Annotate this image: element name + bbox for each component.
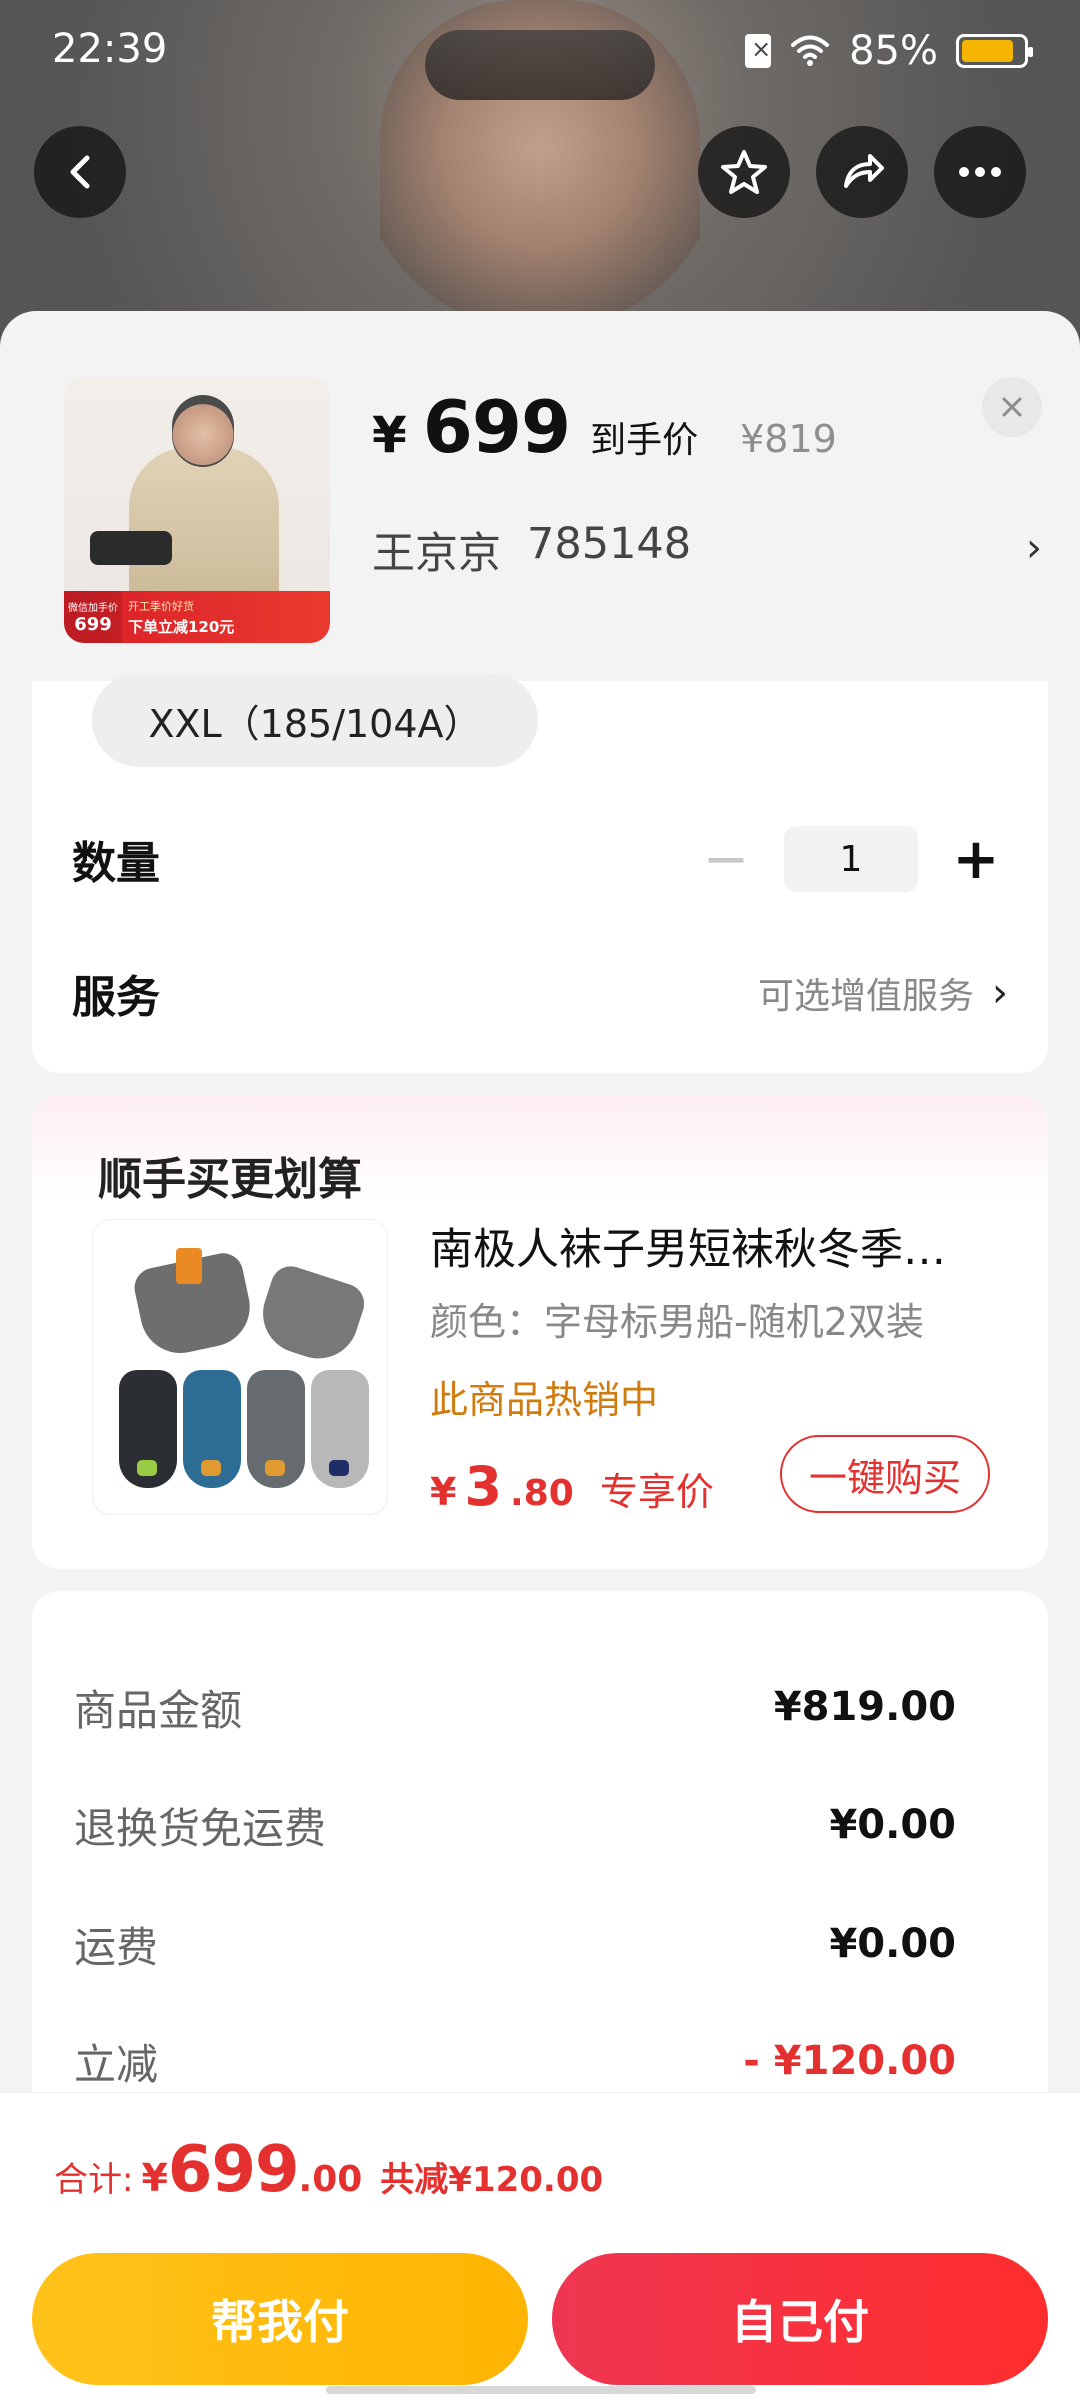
total-discount: 共减¥120.00	[380, 2160, 604, 2200]
total-currency: ¥	[141, 2156, 168, 2200]
sock-variant-gray	[247, 1370, 305, 1488]
size-chip-selected[interactable]: XXL（185/104A）	[92, 673, 538, 767]
sock-image-right	[252, 1261, 370, 1369]
amount-label: 退换货免运费	[74, 1803, 327, 1853]
thumbnail-price-badge: 微信加手价 699	[64, 591, 122, 643]
battery-fill	[962, 40, 1013, 62]
price-currency: ¥	[372, 406, 407, 464]
recommendation-price-int: 3	[464, 1455, 503, 1518]
total-line: 合计: ¥ 699 .00 共减¥120.00	[54, 2133, 603, 2207]
recommendation-product-name[interactable]: 南极人袜子男短袜秋冬季…	[430, 1215, 1020, 1277]
thumbnail-promo-bottom: 下单立减120元	[128, 617, 235, 636]
thumbnail-promo-text: 开工季价好货 下单立减120元	[122, 598, 234, 637]
recommendation-price-line: ¥ 3 .80 专享价	[430, 1455, 714, 1518]
selected-sku: 785148	[527, 519, 692, 569]
quantity-stepper: − 1 +	[694, 826, 1008, 892]
screen: 22:39 85%	[0, 0, 1080, 2400]
discount-value: - ¥120.00	[743, 2038, 956, 2084]
back-button[interactable]	[34, 126, 126, 218]
amount-value: ¥0.00	[829, 1921, 956, 1967]
amount-label: 商品金额	[74, 1685, 243, 1735]
share-button[interactable]	[816, 126, 908, 218]
back-arrow-icon	[70, 155, 90, 189]
amount-value: ¥819.00	[773, 1684, 956, 1730]
status-time: 22:39	[52, 26, 168, 72]
amount-summary-card: 商品金额 ¥819.00 退换货免运费 ¥0.00 运费 ¥0.00 立减 - …	[32, 1591, 1048, 2131]
final-price-label: 到手价	[590, 420, 699, 461]
quantity-label: 数量	[72, 838, 160, 889]
recommendation-hot-text: 此商品热销中	[430, 1378, 659, 1422]
share-icon	[844, 154, 884, 188]
service-hint: 可选增值服务	[757, 976, 974, 1017]
star-icon	[721, 150, 767, 194]
thumbnail-camera	[90, 531, 172, 565]
price-line: ¥ 699 到手价 ¥819	[372, 385, 837, 475]
thumbnail-price-badge-value: 699	[74, 614, 112, 635]
amount-label: 立减	[74, 2039, 159, 2089]
quantity-value[interactable]: 1	[784, 826, 918, 892]
close-button[interactable]	[982, 377, 1042, 437]
selected-color: 王京京	[372, 529, 501, 579]
thumbnail-model	[172, 395, 234, 467]
amount-row: 运费 ¥0.00	[74, 1904, 956, 1984]
recommendation-price-decimal: .80	[510, 1473, 574, 1514]
bottom-action-bar: 合计: ¥ 699 .00 共减¥120.00 帮我付 自己付	[0, 2092, 1080, 2400]
sock-variants-image	[119, 1370, 369, 1488]
recommendation-card: 顺手买更划算 南极人袜子男短袜秋冬季… 颜色：字母标男船-随机2双装 此商品热销…	[32, 1095, 1048, 1569]
quantity-row: 数量 − 1 +	[72, 817, 1008, 901]
battery-percent: 85%	[849, 28, 938, 74]
product-thumbnail[interactable]: 微信加手价 699 开工季价好货 下单立减120元	[64, 377, 330, 643]
sim-disabled-icon	[745, 34, 771, 68]
quantity-plus-button[interactable]: +	[944, 827, 1008, 892]
service-selector[interactable]: 可选增值服务 ›	[758, 967, 1008, 1019]
more-icon	[959, 167, 1001, 177]
amount-row: 商品金额 ¥819.00	[74, 1667, 956, 1747]
thumbnail-price-badge-label: 微信加手价	[68, 603, 118, 614]
amount-value: ¥0.00	[829, 1802, 956, 1848]
thumbnail-promo-top: 开工季价好货	[128, 599, 194, 613]
total-label: 合计:	[54, 2160, 134, 2200]
home-indicator[interactable]	[326, 2386, 756, 2394]
help-pay-button[interactable]: 帮我付	[32, 2253, 528, 2385]
wifi-icon	[791, 35, 830, 66]
battery-icon	[956, 34, 1033, 68]
recommendation-price-label: 专享价	[599, 1470, 714, 1514]
chevron-right-icon: ›	[992, 970, 1008, 1016]
final-price: 699	[422, 385, 571, 469]
service-label: 服务	[72, 972, 160, 1023]
quantity-minus-button[interactable]: −	[694, 827, 758, 892]
one-click-buy-button[interactable]: 一键购买	[780, 1435, 990, 1513]
purchase-sheet: 微信加手价 699 开工季价好货 下单立减120元 ¥ 699 到手价 ¥819…	[0, 311, 1080, 2400]
selection-card: XXL（185/104A） 数量 − 1 + 服务 可选增值服务 ›	[32, 673, 1048, 1073]
recommendation-title: 顺手买更划算	[98, 1154, 362, 1205]
original-price: ¥819	[740, 417, 837, 461]
sock-variant-black	[119, 1370, 177, 1488]
total-price: 699	[167, 2133, 300, 2207]
self-pay-button[interactable]: 自己付	[552, 2253, 1048, 2385]
product-header: 微信加手价 699 开工季价好货 下单立减120元 ¥ 699 到手价 ¥819…	[0, 311, 1080, 681]
favorite-button[interactable]	[698, 126, 790, 218]
total-price-decimal: .00	[298, 2159, 363, 2200]
sock-variant-blue	[183, 1370, 241, 1488]
recommendation-price-currency: ¥	[430, 1470, 457, 1514]
chevron-right-icon[interactable]: ›	[1026, 525, 1042, 571]
thumbnail-promo-banner: 微信加手价 699 开工季价好货 下单立减120元	[64, 591, 330, 643]
service-row[interactable]: 服务 可选增值服务 ›	[72, 951, 1008, 1035]
amount-row: 退换货免运费 ¥0.00	[74, 1785, 956, 1865]
recommendation-product-image[interactable]	[92, 1219, 388, 1515]
recommendation-variant: 颜色：字母标男船-随机2双装	[430, 1300, 924, 1344]
sock-tag-image	[176, 1248, 202, 1284]
sock-variant-light-gray	[311, 1370, 369, 1488]
amount-label: 运费	[74, 1922, 159, 1972]
more-button[interactable]	[934, 126, 1026, 218]
close-icon	[1002, 397, 1022, 417]
status-bar: 22:39 85%	[0, 0, 1080, 100]
amount-row: 立减 - ¥120.00	[74, 2021, 956, 2101]
selected-spec-line[interactable]: 王京京 785148	[372, 519, 691, 581]
status-right: 85%	[745, 28, 1033, 74]
